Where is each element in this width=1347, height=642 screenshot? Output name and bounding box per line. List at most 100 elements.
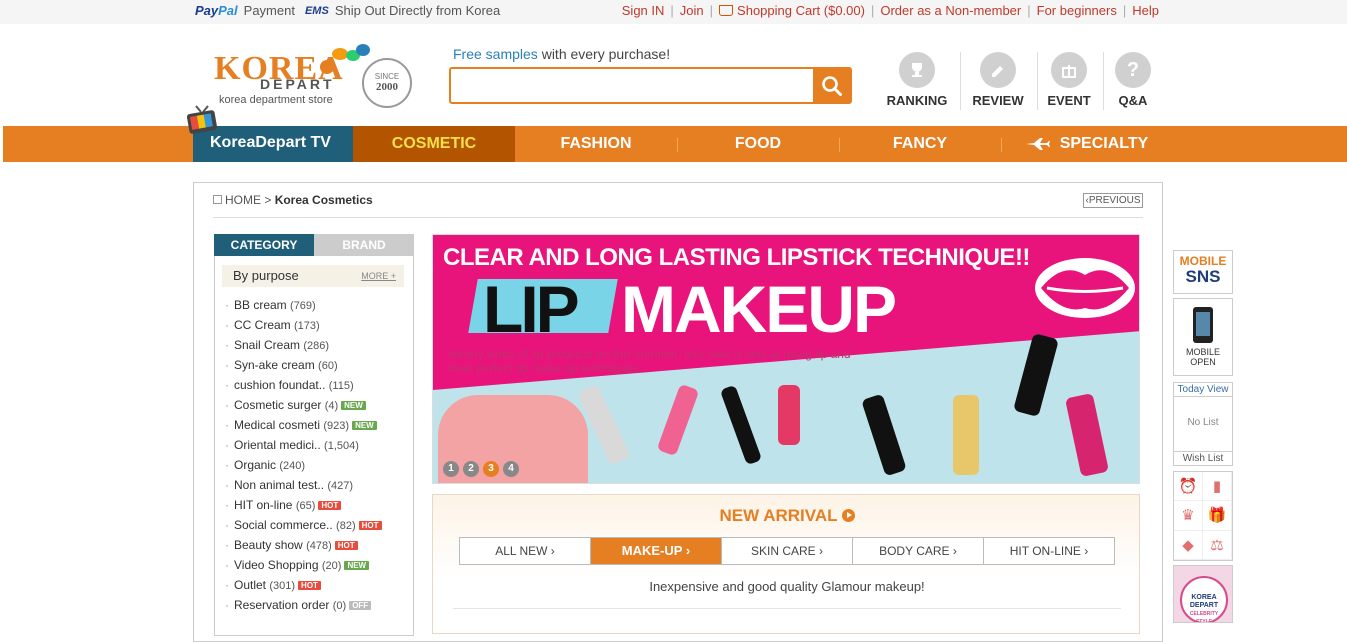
banner-dot-3[interactable]: 3: [483, 461, 499, 477]
lips-icon: [1035, 258, 1135, 318]
category-item-name[interactable]: Oriental medici..: [234, 438, 321, 452]
cart-icon[interactable]: [719, 5, 734, 16]
nav-cosmetic[interactable]: COSMETIC: [353, 126, 515, 162]
category-item[interactable]: HIT on-line (65)HOT: [225, 497, 410, 517]
tab-hit-online[interactable]: HIT ON-LINE ›: [984, 538, 1114, 564]
today-view-title[interactable]: Today View: [1174, 383, 1232, 397]
tab-skin-care[interactable]: SKIN CARE ›: [722, 538, 853, 564]
category-item[interactable]: Reservation order (0)OFF: [225, 597, 410, 617]
banner-dot-2[interactable]: 2: [463, 461, 479, 477]
category-item-count: (240): [279, 460, 306, 472]
category-item[interactable]: Beauty show (478)HOT: [225, 537, 410, 557]
category-item[interactable]: Medical cosmeti (923)NEW: [225, 417, 410, 437]
since-year: 2000: [376, 81, 398, 93]
category-item-count: (173): [294, 320, 320, 332]
beginners-link[interactable]: For beginners: [1037, 3, 1117, 18]
category-item-name[interactable]: BB cream: [234, 298, 287, 312]
category-item-name[interactable]: cushion foundat..: [234, 378, 325, 392]
category-item[interactable]: cushion foundat.. (115): [225, 377, 410, 397]
promo-banner[interactable]: CLEAR AND LONG LASTING LIPSTICK TECHNIQU…: [432, 234, 1140, 484]
category-item-name[interactable]: Snail Cream: [234, 338, 300, 352]
category-item[interactable]: Oriental medici.. (1,504): [225, 437, 410, 457]
banner-dot-4[interactable]: 4: [503, 461, 519, 477]
phone-icon: [1193, 307, 1213, 343]
category-item[interactable]: Snail Cream (286): [225, 337, 410, 357]
lipstick-image: [656, 383, 700, 457]
category-item[interactable]: Outlet (301)HOT: [225, 577, 410, 597]
category-item-name[interactable]: Video Shopping: [234, 558, 319, 572]
category-item-count: (427): [327, 480, 354, 492]
lipstick-icon[interactable]: ▮: [1203, 472, 1232, 502]
arrival-tagline: Inexpensive and good quality Glamour mak…: [649, 579, 925, 594]
celebrity-style-banner[interactable]: KOREA DEPART CELEBRITY STYLE: [1173, 565, 1233, 623]
free-samples-link[interactable]: Free samples: [453, 46, 538, 62]
category-item-name[interactable]: CC Cream: [234, 318, 291, 332]
breadcrumb-home[interactable]: HOME: [225, 193, 261, 207]
alarm-clock-icon[interactable]: ⏰: [1174, 472, 1203, 502]
tab-body-care[interactable]: BODY CARE ›: [853, 538, 984, 564]
event-label: EVENT: [1047, 93, 1091, 108]
previous-button[interactable]: ‹PREVIOUS: [1083, 193, 1143, 208]
category-item[interactable]: Syn-ake cream (60): [225, 357, 410, 377]
qna-button[interactable]: ? Q&A: [1097, 52, 1169, 112]
tab-make-up[interactable]: MAKE-UP ›: [591, 538, 722, 564]
scale-icon[interactable]: ⚖: [1203, 530, 1232, 560]
review-button[interactable]: REVIEW: [962, 52, 1034, 112]
category-item-count: (478): [306, 540, 332, 552]
mobile-open-button[interactable]: MOBILE OPEN: [1173, 298, 1233, 376]
breadcrumb-divider: [213, 217, 1143, 218]
link-separator: |: [1122, 3, 1127, 18]
tab-category[interactable]: CATEGORY: [214, 234, 314, 256]
category-item-name[interactable]: HIT on-line: [234, 498, 292, 512]
sign-in-link[interactable]: Sign IN: [622, 3, 665, 18]
mobile-sns-button[interactable]: MOBILE SNS: [1173, 250, 1233, 294]
ranking-button[interactable]: RANKING: [881, 52, 953, 112]
category-item-name[interactable]: Syn-ake cream: [234, 358, 315, 372]
category-badge-new: NEW: [352, 421, 377, 430]
koreadepart-logo[interactable]: KOREA DEPART korea department store: [214, 42, 370, 112]
new-arrival-title[interactable]: NEW ARRIVAL: [433, 506, 1141, 526]
category-item[interactable]: Video Shopping (20)NEW: [225, 557, 410, 577]
nav-food[interactable]: FOOD: [677, 126, 839, 162]
category-item-name[interactable]: Medical cosmeti: [234, 418, 320, 432]
category-item-name[interactable]: Non animal test..: [234, 478, 324, 492]
search-input[interactable]: [451, 69, 815, 102]
join-link[interactable]: Join: [680, 3, 704, 18]
nav-fashion[interactable]: FASHION: [515, 126, 677, 162]
tab-all-new[interactable]: ALL NEW ›: [460, 538, 591, 564]
gift-icon[interactable]: 🎁: [1203, 501, 1232, 531]
banner-dot-1[interactable]: 1: [443, 461, 459, 477]
help-link[interactable]: Help: [1132, 3, 1159, 18]
crown-icon[interactable]: ♛: [1174, 501, 1203, 531]
logo-tagline: korea department store: [219, 94, 333, 106]
category-badge-new: NEW: [344, 561, 370, 570]
non-member-order-link[interactable]: Order as a Non-member: [880, 3, 1021, 18]
category-item-name[interactable]: Social commerce..: [234, 518, 333, 532]
category-item-count: (60): [318, 360, 338, 372]
search-promo: Free samples with every purchase!: [453, 46, 670, 62]
category-item-name[interactable]: Reservation order: [234, 598, 329, 612]
category-item[interactable]: BB cream (769): [225, 297, 410, 317]
category-item[interactable]: Organic (240): [225, 457, 410, 477]
nav-specialty[interactable]: SPECIALTY: [1001, 126, 1171, 162]
category-item-name[interactable]: Organic: [234, 458, 276, 472]
eraser-icon[interactable]: ◆: [1174, 530, 1203, 560]
tab-brand[interactable]: BRAND: [314, 234, 414, 256]
category-item-name[interactable]: Outlet: [234, 578, 266, 592]
more-link[interactable]: MORE +: [361, 271, 396, 281]
question-icon: ?: [1115, 52, 1151, 88]
category-item[interactable]: CC Cream (173): [225, 317, 410, 337]
nav-fancy[interactable]: FANCY: [839, 126, 1001, 162]
gift-icon: [1051, 52, 1087, 88]
wish-list-link[interactable]: Wish List: [1174, 451, 1232, 465]
event-button[interactable]: EVENT: [1033, 52, 1105, 112]
category-item-name[interactable]: Beauty show: [234, 538, 303, 552]
category-item[interactable]: Cosmetic surger (4)NEW: [225, 397, 410, 417]
payment-label: Payment: [243, 3, 295, 18]
category-item-name[interactable]: Cosmetic surger: [234, 398, 321, 412]
shopping-cart-link[interactable]: Shopping Cart ($0.00): [737, 3, 865, 18]
category-item[interactable]: Social commerce.. (82)HOT: [225, 517, 410, 537]
search-button[interactable]: [813, 69, 850, 102]
category-item-count: (4): [324, 400, 339, 412]
category-item[interactable]: Non animal test.. (427): [225, 477, 410, 497]
